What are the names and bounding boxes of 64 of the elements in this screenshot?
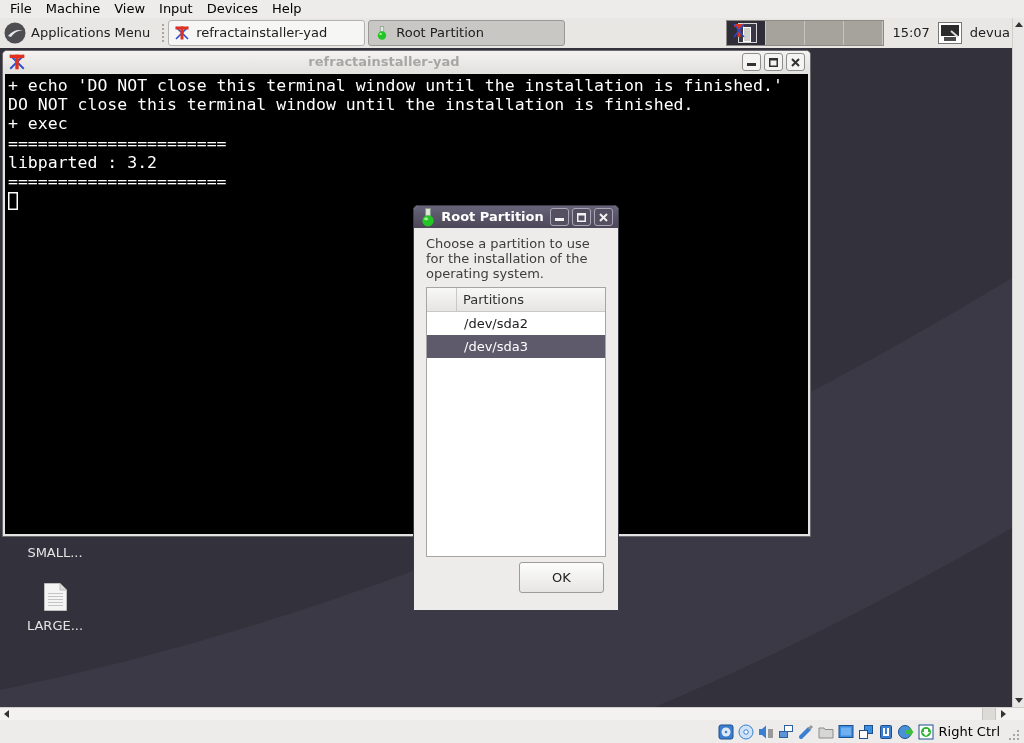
maximize-button[interactable] [764,53,783,71]
minimize-button[interactable] [550,208,569,226]
dialog-message: Choose a partition to use for the installation of the operating system. [426,236,591,281]
windows-icon[interactable] [857,723,874,740]
taskbar-button[interactable]: Root Partition [368,20,566,46]
minimize-icon [555,218,564,221]
download-arrow-icon[interactable] [917,723,934,740]
grip-handle-icon [161,23,166,43]
globe-icon[interactable] [897,723,914,740]
column-header[interactable]: Partitions [457,288,524,311]
t-logo-icon [174,25,191,41]
host-key-label: Right Ctrl [938,722,1000,741]
close-button[interactable] [594,208,613,226]
document-icon[interactable] [42,582,68,612]
clock: 15:07 [892,24,930,43]
arrow-down-icon[interactable] [1014,698,1023,703]
scrollbar-thumb[interactable] [982,708,996,720]
close-icon [599,212,608,222]
menu-item[interactable]: View [107,0,153,18]
cursor-icon [8,191,18,210]
arrow-left-icon[interactable] [4,710,9,718]
computer-icon [937,22,962,44]
desktop-icon-label[interactable]: SMALL... [27,545,83,561]
taskbar-button[interactable]: refractainstaller-yad [168,20,366,46]
workspace-button[interactable] [727,21,767,45]
swirl-logo-icon [4,22,26,44]
window-title: Root Partition [440,209,545,225]
menu-item[interactable]: Machine [38,0,108,18]
terminal-line: + echo 'DO NOT close this terminal window until the installation is finished.' [8,76,783,96]
arrow-right-icon[interactable] [1001,710,1006,718]
ok-button[interactable]: OK [519,562,604,593]
menu-item[interactable]: Devices [199,0,265,18]
window-thumbnail-icon [733,22,760,44]
resize-grip-icon [1008,729,1020,741]
network-icon[interactable] [777,723,794,740]
speaker-icon[interactable] [757,723,774,740]
flask-icon [421,207,435,227]
flask-icon [377,26,388,40]
t-logo-icon [8,53,26,71]
maximize-button[interactable] [572,208,591,226]
maximize-icon [577,212,586,222]
terminal-line: ====================== [8,133,227,153]
monitor-icon[interactable] [837,723,854,740]
usb-icon[interactable] [797,723,814,740]
close-icon [791,57,800,67]
chip-icon[interactable] [877,723,894,740]
arrow-up-icon[interactable] [1014,22,1023,27]
cd-icon[interactable] [737,723,754,740]
terminal-line: libparted : 3.2 [8,152,157,172]
terminal-line: + exec [8,114,68,134]
menu-item[interactable]: Help [264,0,309,18]
terminal-line: ====================== [8,172,227,192]
terminal-line: DO NOT close this terminal window until the installation is finished. [8,95,694,115]
window-title: refractainstaller-yad [307,54,461,70]
minimize-button[interactable] [742,53,761,71]
close-button[interactable] [786,53,805,71]
maximize-icon [769,57,778,67]
menu-item[interactable]: Input [152,0,200,18]
applications-menu-button[interactable]: Applications Menu [0,20,159,46]
menu-item[interactable]: File [3,0,39,18]
minimize-icon [747,63,756,66]
list-row[interactable]: /dev/sda3 [427,335,605,358]
desktop-icon-label[interactable]: LARGE... [26,618,84,634]
user-name: devua [969,24,1010,43]
